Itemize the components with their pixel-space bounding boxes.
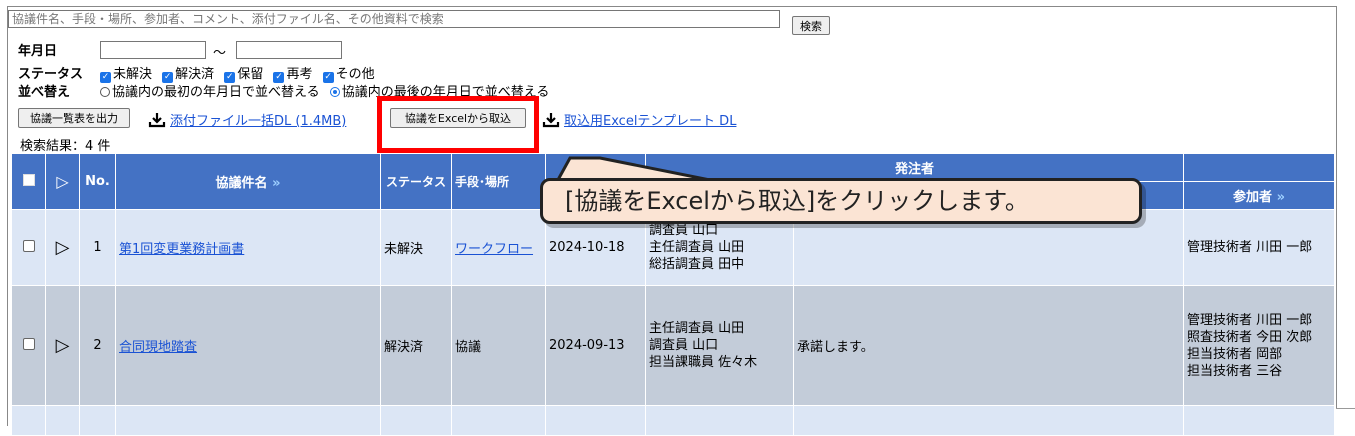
import-button-highlight xyxy=(377,96,539,153)
instruction-callout: [協議をExcelから取込]をクリックします。 xyxy=(540,178,1142,224)
